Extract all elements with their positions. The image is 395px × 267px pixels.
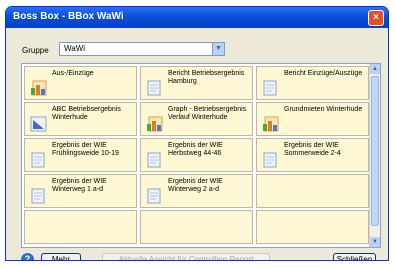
- dialog-window: Boss Box - BBox WaWi × Gruppe WaWi ▼ Aus…: [5, 6, 389, 261]
- group-select[interactable]: WaWi ▼: [59, 42, 225, 56]
- report-tile[interactable]: Ergebnis der WIE Winterweg 2 a-d: [140, 174, 253, 208]
- group-select-value: WaWi: [64, 44, 86, 53]
- report-tile-label: Grundmieten Winterhude: [284, 106, 363, 113]
- scroll-down-icon[interactable]: ▼: [370, 237, 380, 247]
- report-tile[interactable]: Ergebnis der WIE Sommerweide 2-4: [256, 138, 369, 172]
- report-tile[interactable]: Graph - Betriebsergebnis Verlauf Winterh…: [140, 102, 253, 136]
- document-icon: [262, 80, 280, 96]
- report-tile[interactable]: ABC Betriebsergebnis Winterhude: [24, 102, 137, 136]
- chart-icon: [146, 116, 164, 132]
- report-tile[interactable]: Ergebnis der WIE Herbstweg 44-46: [140, 138, 253, 172]
- document-icon: [262, 152, 280, 168]
- report-tile[interactable]: Bericht Betriebsergebnis Hamburg: [140, 66, 253, 100]
- document-icon: [30, 152, 48, 168]
- chart-icon: [30, 80, 48, 96]
- apply-view-button[interactable]: Aktuelle Ansicht für Controlling Report …: [102, 253, 270, 260]
- more-button[interactable]: Mehr: [41, 253, 81, 260]
- group-label: Gruppe: [22, 46, 49, 55]
- document-icon: [146, 152, 164, 168]
- report-tile-label: Ergebnis der WIE Winterweg 2 a-d: [168, 178, 223, 193]
- report-tile-label: Graph - Betriebsergebnis Verlauf Winterh…: [168, 106, 247, 121]
- report-tile[interactable]: Grundmieten Winterhude: [256, 102, 369, 136]
- help-icon[interactable]: ?: [21, 253, 34, 260]
- report-tile-grid: Aus-/Einzüge Bericht Betriebsergebnis Ham…: [21, 63, 381, 248]
- close-icon[interactable]: ×: [368, 10, 384, 26]
- empty-tile: [24, 210, 137, 244]
- empty-tile: [256, 174, 369, 208]
- scroll-thumb[interactable]: [371, 76, 379, 226]
- report-tile-label: Bericht Einzüge/Auszüge: [284, 70, 363, 77]
- report-tile-label: Bericht Betriebsergebnis Hamburg: [168, 70, 245, 85]
- close-button[interactable]: Schließen: [333, 253, 376, 260]
- empty-tile: [140, 210, 253, 244]
- report-tile-label: Aus-/Einzüge: [52, 70, 94, 77]
- report-tile-label: Ergebnis der WIE Winterweg 1 a-d: [52, 178, 107, 193]
- vertical-scrollbar[interactable]: ▲ ▼: [369, 64, 380, 247]
- document-icon: [146, 80, 164, 96]
- chart-icon: [262, 116, 280, 132]
- report-tile[interactable]: Ergebnis der WIE Frühlingsweide 10-19: [24, 138, 137, 172]
- report-tile-label: Ergebnis der WIE Herbstweg 44-46: [168, 142, 223, 157]
- empty-tile: [256, 210, 369, 244]
- report-tile-label: Ergebnis der WIE Sommerweide 2-4: [284, 142, 341, 157]
- report-tile[interactable]: Aus-/Einzüge: [24, 66, 137, 100]
- report-tile[interactable]: Ergebnis der WIE Winterweg 1 a-d: [24, 174, 137, 208]
- document-icon: [146, 188, 164, 204]
- report-tile-label: Ergebnis der WIE Frühlingsweide 10-19: [52, 142, 119, 157]
- window-title: Boss Box - BBox WaWi: [13, 11, 124, 22]
- document-icon: [30, 188, 48, 204]
- blue-chart-icon: [30, 116, 48, 132]
- report-tile[interactable]: Bericht Einzüge/Auszüge: [256, 66, 369, 100]
- chevron-down-icon[interactable]: ▼: [212, 43, 224, 55]
- scroll-up-icon[interactable]: ▲: [370, 64, 380, 74]
- title-bar[interactable]: Boss Box - BBox WaWi ×: [6, 7, 388, 28]
- report-tile-label: ABC Betriebsergebnis Winterhude: [52, 106, 121, 121]
